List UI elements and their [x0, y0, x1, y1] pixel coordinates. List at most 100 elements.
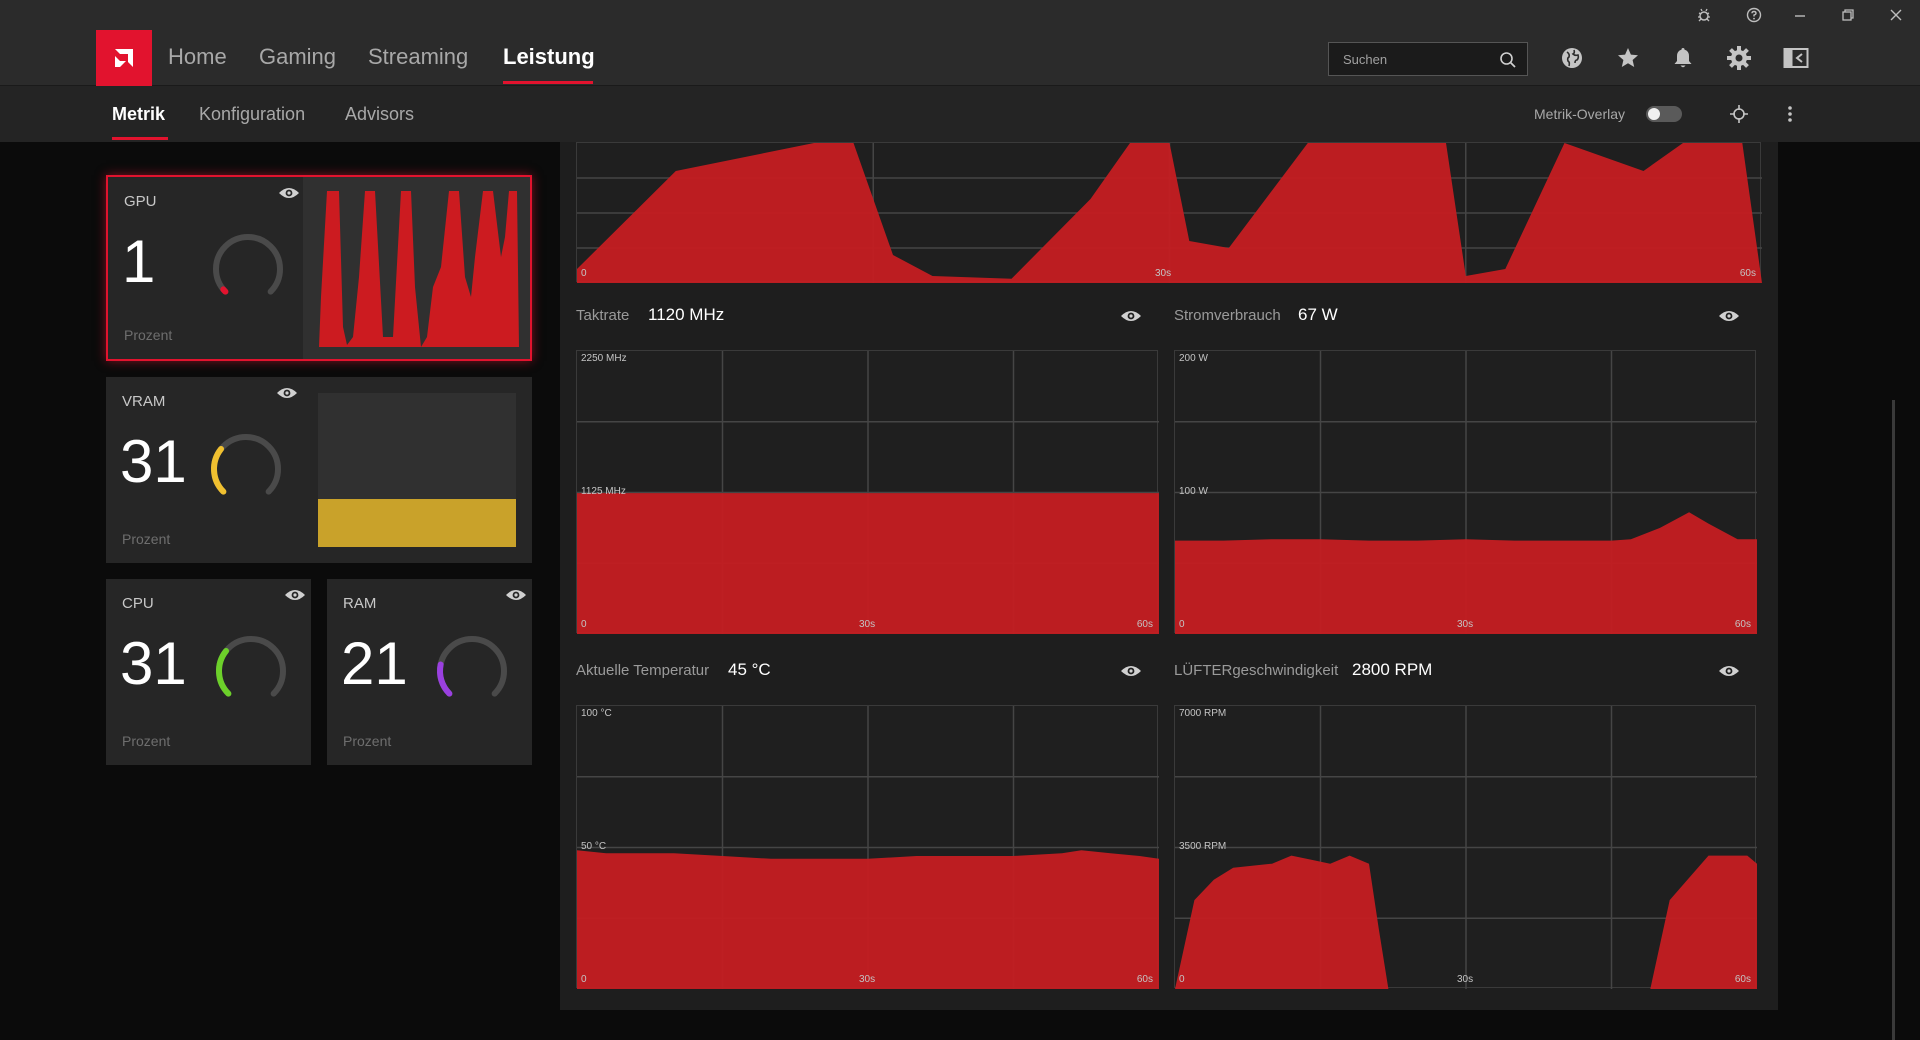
star-icon[interactable]	[1614, 44, 1642, 72]
y-mid-label: 100 W	[1179, 486, 1208, 497]
fan-label: LÜFTERgeschwindigkeit	[1174, 662, 1339, 679]
y-mid-label: 50 °C	[581, 841, 607, 852]
cpu-card[interactable]: CPU 31 Prozent	[106, 579, 311, 765]
y-min-label: 0	[1179, 619, 1185, 630]
y-mid-label: 3500 RPM	[1179, 841, 1227, 852]
gpu-usage-chart: 0 30s 60s	[576, 142, 1762, 283]
power-label: Stromverbrauch	[1174, 307, 1281, 324]
y-min-label: 0	[581, 619, 587, 630]
cpu-unit: Prozent	[122, 733, 171, 749]
gpu-label: GPU	[124, 193, 157, 210]
vram-unit: Prozent	[122, 531, 171, 547]
eye-icon[interactable]	[278, 185, 300, 201]
y-mid-label: 1125 MHz	[581, 486, 626, 497]
cpu-value: 31	[120, 630, 187, 697]
cpu-label: CPU	[122, 595, 154, 612]
vram-value: 31	[120, 428, 187, 495]
more-options-icon[interactable]	[1786, 103, 1794, 125]
x-mid-label: 30s	[859, 974, 876, 985]
power-chart: 200 W 100 W 0 30s 60s	[1174, 350, 1757, 634]
ram-gauge	[437, 636, 507, 697]
eye-icon[interactable]	[1120, 663, 1142, 679]
temp-chart: 100 °C 50 °C 0 30s 60s	[576, 705, 1159, 989]
y-max-label: 100 °C	[581, 708, 612, 719]
eye-icon[interactable]	[276, 385, 298, 401]
crosshair-icon[interactable]	[1728, 103, 1750, 125]
x-max-label: 60s	[1739, 268, 1756, 279]
restore-icon[interactable]	[1828, 0, 1868, 30]
overlay-toggle[interactable]	[1646, 106, 1682, 122]
y-min-label: 0	[1179, 974, 1185, 985]
metrics-panel: 0 30s 60s Taktrate 1120 MHz 2250 MHz 112…	[560, 142, 1778, 1010]
tab-streaming[interactable]: Streaming	[368, 44, 468, 70]
sidebar-toggle-icon[interactable]	[1782, 44, 1810, 72]
amd-logo[interactable]	[96, 30, 152, 86]
search-box[interactable]: Suchen	[1328, 42, 1528, 76]
temp-label: Aktuelle Temperatur	[576, 662, 710, 679]
gpu-usage-top-area	[577, 143, 1762, 283]
gpu-card[interactable]: GPU 1 Prozent	[106, 175, 532, 361]
fan-value: 2800 RPM	[1352, 660, 1433, 679]
sub-navigation: Metrik Konfiguration Advisors Metrik-Ove…	[0, 86, 1920, 142]
close-icon[interactable]	[1876, 0, 1916, 30]
vram-card[interactable]: VRAM 31 Prozent	[106, 377, 532, 563]
y-max-label: 7000 RPM	[1179, 708, 1227, 719]
x-max-label: 60s	[1734, 619, 1751, 630]
eye-icon[interactable]	[1718, 663, 1740, 679]
x-mid-label: 30s	[1457, 974, 1474, 985]
eye-icon[interactable]	[505, 587, 527, 603]
x-mid-label: 30s	[1457, 619, 1474, 630]
help-icon[interactable]	[1734, 0, 1774, 30]
clock-label: Taktrate	[576, 307, 630, 324]
y-max-label: 2250 MHz	[581, 353, 627, 364]
tab-leistung[interactable]: Leistung	[503, 44, 595, 70]
y-min-label: 0	[581, 268, 587, 279]
gpu-sparkline	[303, 177, 530, 359]
gpu-value: 1	[122, 228, 156, 295]
ram-label: RAM	[343, 595, 377, 612]
vram-gauge	[211, 434, 281, 495]
ram-value: 21	[341, 630, 408, 697]
globe-icon[interactable]	[1558, 44, 1586, 72]
bug-icon[interactable]	[1684, 0, 1724, 30]
x-mid-label: 30s	[1155, 268, 1172, 279]
vram-bar	[318, 393, 516, 547]
bell-icon[interactable]	[1669, 44, 1697, 72]
power-value: 67 W	[1298, 305, 1338, 324]
temp-value: 45 °C	[728, 660, 771, 679]
minimize-icon[interactable]	[1780, 0, 1820, 30]
tab-metrik[interactable]: Metrik	[112, 104, 165, 125]
temp-area	[577, 850, 1159, 989]
main-navigation: Home Gaming Streaming Leistung Suchen	[0, 30, 1920, 86]
gpu-unit: Prozent	[124, 327, 173, 343]
ram-unit: Prozent	[343, 733, 392, 749]
clock-area	[577, 493, 1159, 634]
search-input[interactable]: Suchen	[1343, 52, 1387, 67]
eye-icon[interactable]	[1718, 308, 1740, 324]
y-max-label: 200 W	[1179, 353, 1208, 364]
x-max-label: 60s	[1136, 974, 1153, 985]
search-icon[interactable]	[1499, 51, 1517, 69]
eye-icon[interactable]	[1120, 308, 1142, 324]
x-max-label: 60s	[1136, 619, 1153, 630]
clock-value: 1120 MHz	[648, 305, 725, 324]
scrollbar[interactable]	[1892, 400, 1895, 1040]
x-max-label: 60s	[1734, 974, 1751, 985]
tab-home[interactable]: Home	[168, 44, 227, 70]
cpu-gauge	[216, 636, 286, 697]
window-titlebar	[0, 0, 1920, 30]
tab-gaming[interactable]: Gaming	[259, 44, 336, 70]
active-tab-indicator	[503, 81, 593, 84]
vram-label: VRAM	[122, 393, 166, 410]
gpu-gauge	[213, 234, 283, 295]
x-mid-label: 30s	[859, 619, 876, 630]
clock-chart: 2250 MHz 1125 MHz 0 30s 60s	[576, 350, 1159, 634]
tab-advisors[interactable]: Advisors	[345, 104, 414, 125]
fan-chart: 7000 RPM 3500 RPM 0 30s 60s	[1174, 705, 1757, 989]
vram-bar-fill	[318, 499, 516, 547]
ram-card[interactable]: RAM 21 Prozent	[327, 579, 532, 765]
y-min-label: 0	[581, 974, 587, 985]
tab-konfiguration[interactable]: Konfiguration	[199, 104, 305, 125]
gear-icon[interactable]	[1725, 44, 1753, 72]
eye-icon[interactable]	[284, 587, 306, 603]
